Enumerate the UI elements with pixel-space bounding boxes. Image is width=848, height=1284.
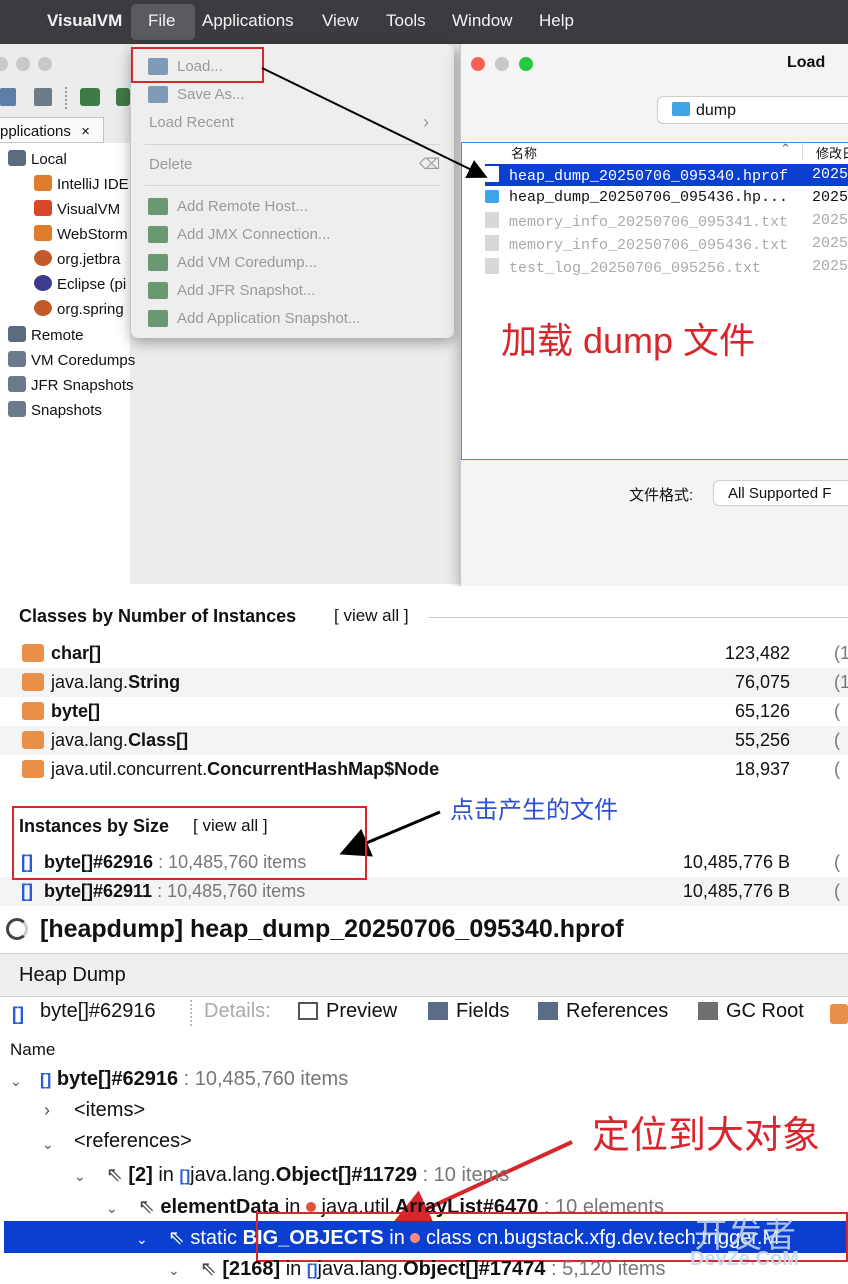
annotation-locate-big: 定位到大对象 <box>592 1115 821 1157</box>
heapdump-title: [heapdump] heap_dump_20250706_095340.hpr… <box>40 915 624 943</box>
selected-object-label: byte[]#62916 <box>40 1000 156 1022</box>
tab-heap-dump[interactable]: Heap Dump <box>19 964 126 987</box>
instance-size: 10,485,776 B <box>682 852 790 872</box>
class-package: java.util.concurrent. <box>51 759 208 779</box>
tree-ref-row[interactable]: ⇖ [2] in []java.lang.Object[]#11729 : 10… <box>106 1162 509 1187</box>
heapdump-tab-bar <box>0 953 848 997</box>
instance-count: 55,256 <box>734 730 790 750</box>
class-package: java.lang. <box>51 730 129 750</box>
size-percent: ( <box>834 881 840 901</box>
instance-name: byte[]#62911 <box>44 881 153 901</box>
tree-root-items: : 10,485,760 items <box>183 1068 349 1090</box>
preview-button[interactable]: Preview <box>298 1000 397 1023</box>
classes-title: Classes by Number of Instances <box>19 606 297 626</box>
fields-icon <box>428 1002 448 1020</box>
class-row[interactable]: java.lang.String 76,075 (1 <box>0 668 848 697</box>
arrow-load-to-file <box>261 67 488 178</box>
class-icon <box>22 702 44 720</box>
section-rule <box>428 617 848 618</box>
tree-ref-row[interactable]: ⇖ [2168] in []java.lang.Object[]#17474 :… <box>200 1256 666 1281</box>
references-button[interactable]: References <box>538 1000 668 1023</box>
class-name: String <box>128 672 181 692</box>
fields-button[interactable]: Fields <box>428 1000 509 1023</box>
watermark-bottom: DevZe.CoM <box>690 1248 799 1270</box>
loading-icon <box>6 918 28 940</box>
class-icon <box>22 644 44 662</box>
instance-count: 65,126 <box>734 701 790 721</box>
ref-extra: : 10 items <box>422 1164 510 1186</box>
class-row[interactable]: byte[] 65,126 ( <box>0 697 848 726</box>
tree-root-name: byte[]#62916 <box>56 1068 179 1090</box>
preview-label: Preview <box>326 1000 398 1022</box>
chevron-right-icon[interactable]: › <box>44 1100 50 1121</box>
ref-package: java.lang. <box>190 1164 276 1186</box>
gc-root-button[interactable]: GC Root <box>698 1000 804 1023</box>
tree-root-row[interactable]: [] byte[]#62916 : 10,485,760 items <box>40 1068 348 1091</box>
tree-items-node[interactable]: <items> <box>74 1099 145 1122</box>
instance-size: 10,485,776 B <box>682 881 790 901</box>
ref-class: Object[]#17474 <box>403 1258 546 1280</box>
references-label: References <box>566 1000 669 1022</box>
chevron-down-icon[interactable]: ⌄ <box>106 1200 118 1217</box>
column-header-name[interactable]: Name <box>10 1040 55 1060</box>
array-icon: [] <box>179 1168 191 1185</box>
annotation-box-instance <box>12 806 367 880</box>
references-icon <box>538 1002 558 1020</box>
ref-in: in <box>285 1258 302 1280</box>
ref-package: java.lang. <box>317 1258 404 1280</box>
details-label: Details: <box>204 1000 271 1022</box>
fields-label: Fields <box>456 1000 510 1022</box>
array-icon: [] <box>306 1262 318 1279</box>
chevron-down-icon[interactable]: ⌄ <box>136 1231 148 1248</box>
annotation-click-file: 点击产生的文件 <box>450 797 618 824</box>
reference-arrow-icon: ⇖ <box>138 1196 155 1218</box>
class-name: byte[] <box>51 701 100 721</box>
class-name: char[] <box>51 643 102 663</box>
reference-arrow-icon: ⇖ <box>200 1258 217 1280</box>
toolbar-divider <box>190 1000 192 1026</box>
array-icon: [] <box>12 1004 24 1024</box>
instance-row[interactable]: [] byte[]#62911 : 10,485,760 items 10,485,… <box>0 877 848 906</box>
class-icon[interactable] <box>830 1004 848 1024</box>
count-percent: ( <box>834 759 840 779</box>
ref-extra: : 5,120 items <box>550 1258 666 1280</box>
count-percent: (1 <box>834 672 848 692</box>
instance-dot-icon <box>305 1202 316 1212</box>
ref-static: static <box>190 1227 238 1249</box>
chevron-down-icon[interactable]: ⌄ <box>10 1073 22 1090</box>
class-name: ConcurrentHashMap$Node <box>207 759 440 779</box>
class-row[interactable]: java.lang.Class[] 55,256 ( <box>0 726 848 755</box>
ref-index: [2168] <box>222 1258 281 1280</box>
class-icon <box>22 760 44 778</box>
tree-references-node[interactable]: <references> <box>74 1130 192 1153</box>
count-percent: ( <box>834 701 840 721</box>
instance-count: 76,075 <box>734 672 790 692</box>
classes-view-all-link[interactable]: [ view all ] <box>334 606 409 626</box>
ref-index: [2] <box>128 1164 153 1186</box>
trash-icon <box>698 1002 718 1020</box>
gc-root-label: GC Root <box>726 1000 804 1022</box>
count-percent: ( <box>834 730 840 750</box>
class-row[interactable]: java.util.concurrent.ConcurrentHashMap$N… <box>0 755 848 784</box>
class-package: java.lang. <box>51 672 129 692</box>
reference-arrow-icon: ⇖ <box>168 1227 185 1249</box>
chevron-down-icon[interactable]: ⌄ <box>168 1262 180 1279</box>
class-icon <box>22 673 44 691</box>
array-icon: [] <box>21 881 33 901</box>
ref-in: in <box>158 1164 174 1186</box>
instance-count: 123,482 <box>724 643 790 663</box>
reference-arrow-icon: ⇖ <box>106 1164 123 1186</box>
class-icon <box>22 731 44 749</box>
count-percent: (1 <box>834 643 848 663</box>
chevron-down-icon[interactable]: ⌄ <box>42 1136 54 1153</box>
size-percent: ( <box>834 852 840 872</box>
array-icon: [] <box>40 1070 52 1089</box>
class-name: Class[] <box>128 730 189 750</box>
chevron-down-icon[interactable]: ⌄ <box>74 1168 86 1185</box>
instance-items: : 10,485,760 items <box>157 881 306 901</box>
ref-class: Object[]#11729 <box>275 1164 417 1186</box>
class-row[interactable]: char[] 123,482 (1 <box>0 639 848 668</box>
instance-count: 18,937 <box>734 759 790 779</box>
preview-icon <box>298 1002 318 1020</box>
